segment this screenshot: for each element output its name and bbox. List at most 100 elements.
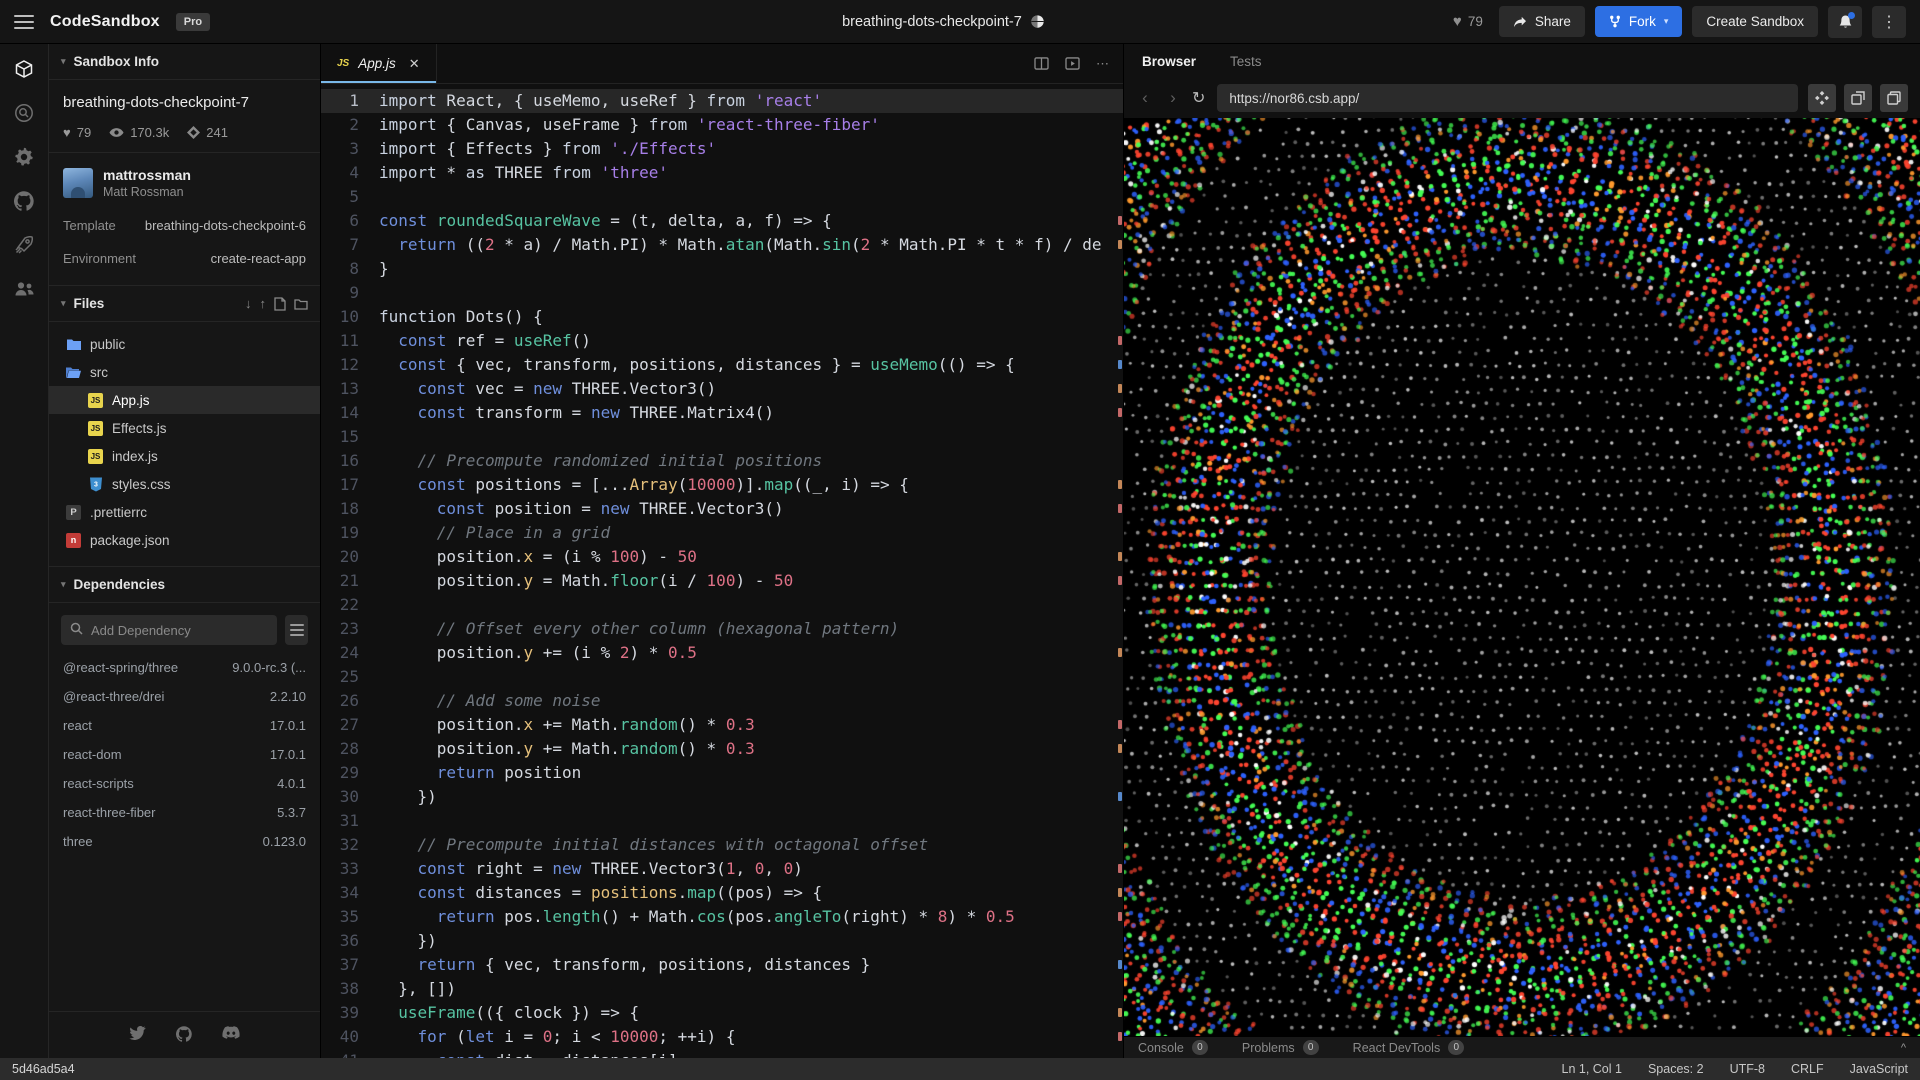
code-line-18[interactable]: 18 const position = new THREE.Vector3() bbox=[321, 497, 1123, 521]
github-icon[interactable] bbox=[13, 190, 35, 212]
fork-button[interactable]: Fork ▾ bbox=[1594, 6, 1683, 37]
code-line-35[interactable]: 35 return pos.length() + Math.cos(pos.an… bbox=[321, 905, 1123, 929]
modules-icon[interactable] bbox=[1808, 84, 1836, 112]
code-line-24[interactable]: 24 position.y += (i % 2) * 0.5 bbox=[321, 641, 1123, 665]
code-line-28[interactable]: 28 position.y += Math.random() * 0.3 bbox=[321, 737, 1123, 761]
template-row[interactable]: Template breathing-dots-checkpoint-6 bbox=[49, 209, 320, 242]
code-line-26[interactable]: 26 // Add some noise bbox=[321, 689, 1123, 713]
code-line-31[interactable]: 31 bbox=[321, 809, 1123, 833]
box-icon[interactable] bbox=[13, 58, 35, 80]
code-line-32[interactable]: 32 // Precompute initial distances with … bbox=[321, 833, 1123, 857]
code-line-22[interactable]: 22 bbox=[321, 593, 1123, 617]
code-line-30[interactable]: 30 }) bbox=[321, 785, 1123, 809]
author-row[interactable]: mattrossman Matt Rossman bbox=[49, 153, 320, 203]
dependency-row[interactable]: three 0.123.0 bbox=[49, 827, 320, 856]
code-area[interactable]: 1 import React, { useMemo, useRef } from … bbox=[321, 84, 1123, 1058]
status-item[interactable]: UTF-8 bbox=[1730, 1062, 1765, 1076]
code-line-13[interactable]: 13 const vec = new THREE.Vector3() bbox=[321, 377, 1123, 401]
forward-icon[interactable]: › bbox=[1164, 88, 1182, 108]
twitter-icon[interactable] bbox=[129, 1026, 146, 1042]
code-line-12[interactable]: 12 const { vec, transform, positions, di… bbox=[321, 353, 1123, 377]
more-actions-icon[interactable]: ⋯ bbox=[1096, 56, 1109, 72]
open-new-window-icon[interactable] bbox=[1844, 84, 1872, 112]
dependency-row[interactable]: @react-spring/three 9.0.0-rc.3 (... bbox=[49, 653, 320, 682]
code-line-20[interactable]: 20 position.x = (i % 100) - 50 bbox=[321, 545, 1123, 569]
file-item-package-json[interactable]: n package.json bbox=[49, 526, 320, 554]
status-item[interactable]: Spaces: 2 bbox=[1648, 1062, 1704, 1076]
code-line-34[interactable]: 34 const distances = positions.map((pos)… bbox=[321, 881, 1123, 905]
discord-icon[interactable] bbox=[222, 1026, 240, 1042]
code-line-36[interactable]: 36 }) bbox=[321, 929, 1123, 953]
close-tab-icon[interactable]: ✕ bbox=[409, 56, 420, 72]
file-item-effects-js[interactable]: JS Effects.js bbox=[49, 414, 320, 442]
dependency-row[interactable]: react 17.0.1 bbox=[49, 711, 320, 740]
code-line-33[interactable]: 33 const right = new THREE.Vector3(1, 0,… bbox=[321, 857, 1123, 881]
sandbox-info-header[interactable]: ▾ Sandbox Info bbox=[49, 44, 320, 80]
code-line-4[interactable]: 4 import * as THREE from 'three' bbox=[321, 161, 1123, 185]
code-line-27[interactable]: 27 position.x += Math.random() * 0.3 bbox=[321, 713, 1123, 737]
code-line-37[interactable]: 37 return { vec, transform, positions, d… bbox=[321, 953, 1123, 977]
dependency-menu-button[interactable] bbox=[285, 615, 308, 645]
file-item-styles-css[interactable]: 3 styles.css bbox=[49, 470, 320, 498]
file-item-public[interactable]: public bbox=[49, 330, 320, 358]
code-line-17[interactable]: 17 const positions = [...Array(10000)].m… bbox=[321, 473, 1123, 497]
open-preview-icon[interactable] bbox=[1065, 57, 1080, 70]
code-line-9[interactable]: 9 bbox=[321, 281, 1123, 305]
responsive-layers-icon[interactable] bbox=[1880, 84, 1908, 112]
browser-tab-tests[interactable]: Tests bbox=[1230, 54, 1262, 69]
status-item[interactable]: Ln 1, Col 1 bbox=[1562, 1062, 1622, 1076]
tab-appjs[interactable]: JS App.js ✕ bbox=[321, 44, 437, 83]
console-tab-problems[interactable]: Problems 0 bbox=[1242, 1040, 1319, 1055]
file-item--prettierrc[interactable]: P .prettierrc bbox=[49, 498, 320, 526]
code-line-5[interactable]: 5 bbox=[321, 185, 1123, 209]
code-line-41[interactable]: 41 const dist = distances[i] bbox=[321, 1049, 1123, 1058]
code-line-39[interactable]: 39 useFrame(({ clock }) => { bbox=[321, 1001, 1123, 1025]
files-header[interactable]: ▾ Files ↓ ↑ bbox=[49, 285, 320, 322]
new-folder-icon[interactable] bbox=[294, 298, 308, 310]
code-line-40[interactable]: 40 for (let i = 0; i < 10000; ++i) { bbox=[321, 1025, 1123, 1049]
upload-icon[interactable]: ↑ bbox=[260, 296, 267, 311]
code-line-19[interactable]: 19 // Place in a grid bbox=[321, 521, 1123, 545]
code-line-14[interactable]: 14 const transform = new THREE.Matrix4() bbox=[321, 401, 1123, 425]
split-view-icon[interactable] bbox=[1034, 57, 1049, 70]
url-input[interactable] bbox=[1217, 84, 1798, 112]
rocket-icon[interactable] bbox=[13, 234, 35, 256]
add-dependency-input[interactable] bbox=[61, 615, 277, 645]
more-menu-button[interactable]: ⋮ bbox=[1872, 5, 1906, 38]
code-line-11[interactable]: 11 const ref = useRef() bbox=[321, 329, 1123, 353]
browser-tab-browser[interactable]: Browser bbox=[1142, 54, 1196, 69]
status-item[interactable]: CRLF bbox=[1791, 1062, 1824, 1076]
code-line-1[interactable]: 1 import React, { useMemo, useRef } from … bbox=[321, 89, 1123, 113]
live-users-icon[interactable] bbox=[13, 278, 35, 300]
file-item-app-js[interactable]: JS App.js bbox=[49, 386, 320, 414]
create-sandbox-button[interactable]: Create Sandbox bbox=[1692, 6, 1818, 37]
preview-canvas[interactable] bbox=[1124, 118, 1920, 1036]
like-count[interactable]: ♥ 79 bbox=[1453, 13, 1483, 30]
code-line-38[interactable]: 38 }, []) bbox=[321, 977, 1123, 1001]
dependency-row[interactable]: react-dom 17.0.1 bbox=[49, 740, 320, 769]
code-line-29[interactable]: 29 return position bbox=[321, 761, 1123, 785]
dependency-row[interactable]: react-scripts 4.0.1 bbox=[49, 769, 320, 798]
expand-console-icon[interactable]: ^ bbox=[1901, 1042, 1906, 1054]
environment-row[interactable]: Environment create-react-app bbox=[49, 242, 320, 275]
download-icon[interactable]: ↓ bbox=[245, 296, 252, 311]
code-line-23[interactable]: 23 // Offset every other column (hexagon… bbox=[321, 617, 1123, 641]
menu-hamburger-icon[interactable] bbox=[14, 14, 34, 29]
code-line-15[interactable]: 15 bbox=[321, 425, 1123, 449]
refresh-icon[interactable]: ↻ bbox=[1192, 88, 1205, 108]
code-line-21[interactable]: 21 position.y = Math.floor(i / 100) - 50 bbox=[321, 569, 1123, 593]
console-tab-console[interactable]: Console 0 bbox=[1138, 1040, 1208, 1055]
code-line-3[interactable]: 3 import { Effects } from './Effects' bbox=[321, 137, 1123, 161]
dependencies-header[interactable]: ▾ Dependencies bbox=[49, 567, 320, 603]
code-line-16[interactable]: 16 // Precompute randomized initial posi… bbox=[321, 449, 1123, 473]
back-icon[interactable]: ‹ bbox=[1136, 88, 1154, 108]
new-file-icon[interactable] bbox=[274, 296, 286, 311]
status-item[interactable]: JavaScript bbox=[1850, 1062, 1908, 1076]
file-item-index-js[interactable]: JS index.js bbox=[49, 442, 320, 470]
code-line-10[interactable]: 10 function Dots() { bbox=[321, 305, 1123, 329]
share-button[interactable]: Share bbox=[1498, 6, 1585, 37]
notifications-button[interactable] bbox=[1828, 5, 1862, 38]
search-icon[interactable] bbox=[13, 102, 35, 124]
console-tab-react-devtools[interactable]: React DevTools 0 bbox=[1353, 1040, 1465, 1055]
code-line-8[interactable]: 8} bbox=[321, 257, 1123, 281]
